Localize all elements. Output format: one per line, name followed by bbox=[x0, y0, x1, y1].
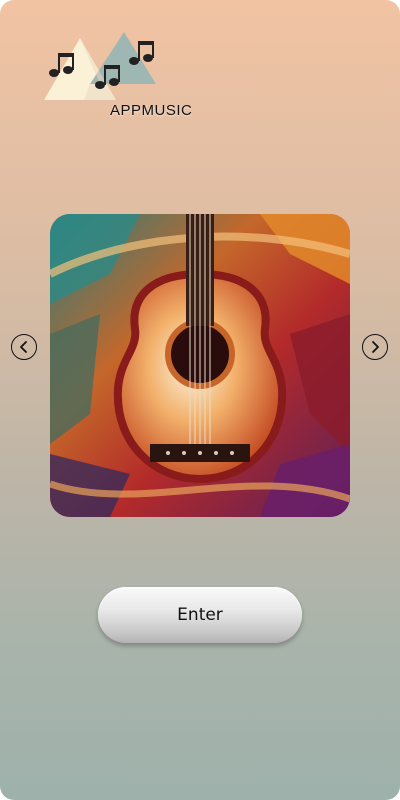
previous-button[interactable] bbox=[11, 334, 37, 360]
chevron-right-icon bbox=[372, 341, 379, 353]
next-button[interactable] bbox=[362, 334, 388, 360]
chevron-left-icon bbox=[20, 341, 27, 353]
image-carousel bbox=[0, 214, 400, 517]
brand-name: APPMUSIC bbox=[110, 102, 193, 119]
guitar-artwork-image bbox=[50, 214, 350, 517]
enter-button[interactable]: Enter bbox=[98, 587, 302, 643]
music-notes-logo-icon bbox=[44, 32, 156, 100]
app-logo: APPMUSIC bbox=[44, 28, 214, 128]
guitar-painting bbox=[50, 214, 350, 517]
enter-button-label: Enter bbox=[177, 605, 223, 625]
splash-screen: APPMUSIC Enter bbox=[0, 0, 400, 800]
